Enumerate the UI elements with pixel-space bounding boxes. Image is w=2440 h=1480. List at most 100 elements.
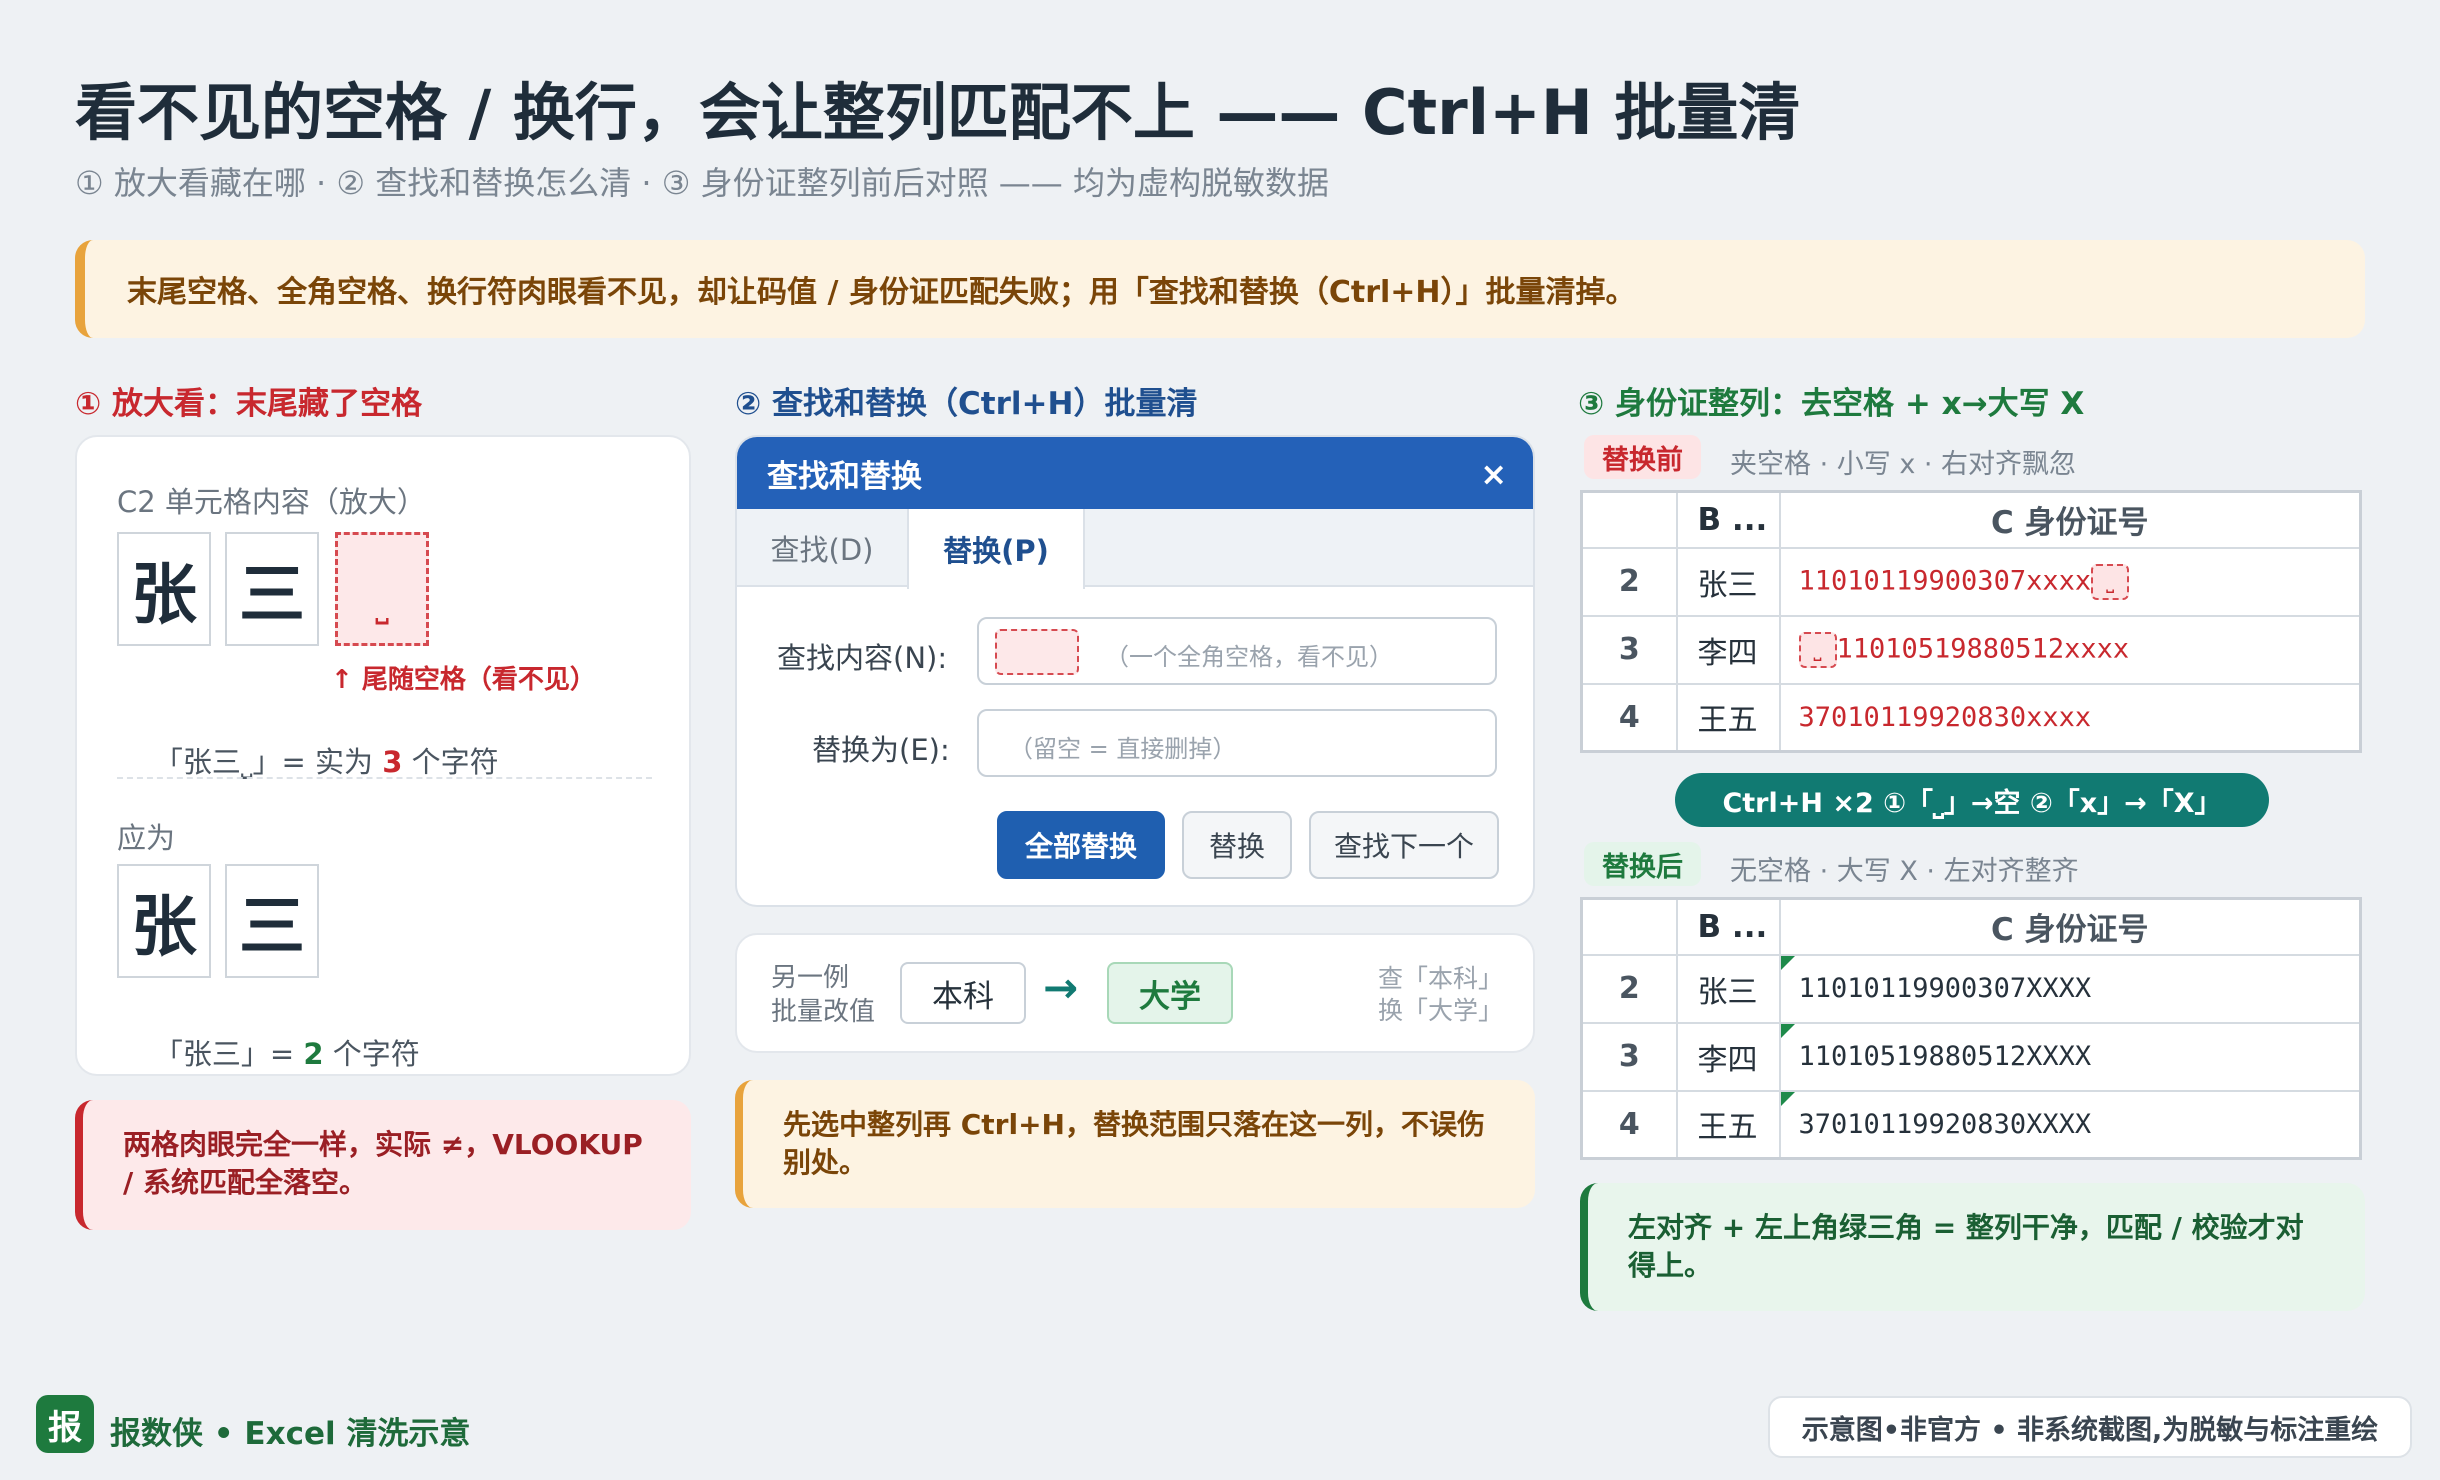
- card-divider: [117, 777, 652, 779]
- fullwidth-space-marker: [995, 629, 1079, 675]
- replace-input[interactable]: （留空 = 直接删掉）: [977, 709, 1497, 777]
- example-from-value: 本科: [900, 962, 1026, 1024]
- name-cell: 李四: [1675, 1021, 1781, 1092]
- id-cell[interactable]: 11010519880512XXXX: [1778, 1021, 2362, 1092]
- name-cell: 王五: [1675, 682, 1781, 753]
- tab-find[interactable]: 查找(D): [737, 509, 907, 587]
- zoom-card: C2 单元格内容（放大） 张 三 ⎵ ↑ 尾随空格（看不见） 「张三⎵」= 实为…: [75, 435, 691, 1076]
- table-before: B ... C 身份证号 2 张三 11010119900307xxxx ⎵ 3 …: [1580, 490, 2362, 753]
- leading-space-marker: ⎵: [1798, 631, 1837, 668]
- name-cell: 张三: [1675, 546, 1781, 617]
- header-col-c: C 身份证号: [1778, 897, 2362, 956]
- trailing-space-cell: ⎵: [335, 532, 429, 646]
- summary-banner-text: 末尾空格、全角空格、换行符肉眼看不见，却让码值 / 身份证匹配失败；用「查找和替…: [127, 275, 1636, 310]
- actual-count-text: 「张三⎵」= 实为 3 个字符: [117, 705, 499, 815]
- actual-count-prefix: 「张三⎵」= 实为: [153, 745, 383, 779]
- summary-banner: 末尾空格、全角空格、换行符肉眼看不见，却让码值 / 身份证匹配失败；用「查找和替…: [75, 240, 2365, 338]
- id-value: 11010519880512xxxx: [1836, 633, 2130, 664]
- table-row: 4 王五 37010119920830XXXX: [1580, 1089, 2362, 1160]
- replace-placeholder: （留空 = 直接删掉）: [1009, 735, 1237, 763]
- correct-count-number: 2: [303, 1037, 324, 1071]
- example-label: 另一例 批量改值: [771, 963, 876, 1027]
- id-cell[interactable]: ⎵ 11010519880512xxxx: [1778, 614, 2362, 685]
- dialog-title-bar: 查找和替换 ×: [737, 437, 1533, 509]
- example-hint: 查「本科」 换「大学」: [1377, 964, 1503, 1025]
- table-row: 3 李四 11010519880512XXXX: [1580, 1021, 2362, 1092]
- example-to-value: 大学: [1107, 962, 1233, 1024]
- ctrl-h-steps-pill: Ctrl+H ×2 ①「⎵」→空 ②「x」→「X」: [1675, 773, 2269, 827]
- correct-count-suffix: 个字符: [323, 1037, 420, 1071]
- row-number: 2: [1580, 953, 1678, 1024]
- replace-button[interactable]: 替换: [1182, 811, 1292, 879]
- section3-heading: ③ 身份证整列：去空格 + x→大写 X: [1578, 386, 2085, 422]
- replace-all-button[interactable]: 全部替换: [997, 811, 1165, 879]
- id-cell[interactable]: 37010119920830XXXX: [1778, 1089, 2362, 1160]
- find-input[interactable]: （一个全角空格，看不见）: [977, 617, 1497, 685]
- actual-count-suffix: 个字符: [402, 745, 499, 779]
- char-cell-san: 三: [225, 532, 319, 646]
- dialog-title: 查找和替换: [767, 458, 922, 495]
- page-subtitle: ① 放大看藏在哪 · ② 查找和替换怎么清 · ③ 身份证整列前后对照 —— 均…: [75, 164, 1329, 202]
- correct-count-prefix: 「张三」=: [153, 1037, 304, 1071]
- page-title: 看不见的空格 / 换行，会让整列匹配不上 —— Ctrl+H 批量清: [75, 76, 1801, 149]
- should-be-label: 应为: [117, 821, 176, 855]
- replace-label: 替换为(E):: [812, 733, 950, 767]
- row-number: 3: [1580, 1021, 1678, 1092]
- id-cell[interactable]: 37010119920830xxxx: [1778, 682, 2362, 753]
- find-label: 查找内容(N):: [777, 641, 948, 675]
- id-value: 37010119920830XXXX: [1798, 1108, 2092, 1140]
- name-cell: 张三: [1675, 953, 1781, 1024]
- row-number: 4: [1580, 682, 1678, 753]
- trailing-space-marker: ⎵: [2091, 563, 2130, 600]
- trailing-space-note: ↑ 尾随空格（看不见）: [331, 665, 596, 695]
- actual-count-number: 3: [382, 745, 403, 779]
- disclaimer-text: 示意图•非官方 • 非系统截图,为脱敏与标注重绘: [1801, 1414, 2379, 1446]
- id-value: 37010119920830xxxx: [1798, 701, 2092, 733]
- find-replace-dialog: 查找和替换 × 查找(D) 替换(P) 查找内容(N): （一个全角空格，看不见…: [735, 435, 1535, 907]
- correct-cell-san: 三: [225, 864, 319, 978]
- table-header-row: B ... C 身份证号: [1580, 490, 2362, 549]
- table-row: 2 张三 11010119900307xxxx ⎵: [1580, 546, 2362, 617]
- batch-edit-example: 另一例 批量改值 本科 → 大学 查「本科」 换「大学」: [735, 933, 1535, 1053]
- id-cell[interactable]: 11010119900307XXXX: [1778, 953, 2362, 1024]
- header-col-b: B ...: [1675, 897, 1781, 956]
- find-hint: （一个全角空格，看不见）: [1105, 643, 1393, 671]
- tab-replace[interactable]: 替换(P): [907, 509, 1085, 589]
- name-cell: 李四: [1675, 614, 1781, 685]
- table-row: 2 张三 11010119900307XXXX: [1580, 953, 2362, 1024]
- id-value: 11010119900307XXXX: [1798, 973, 2092, 1004]
- before-tag: 替换前: [1584, 435, 1701, 479]
- id-value: 11010519880512XXXX: [1798, 1041, 2092, 1072]
- row-number: 2: [1580, 546, 1678, 617]
- after-tag: 替换后: [1584, 842, 1701, 886]
- table-row: 4 王五 37010119920830xxxx: [1580, 682, 2362, 753]
- arrow-icon: →: [1043, 963, 1079, 1012]
- brand-logo: 报: [36, 1395, 94, 1453]
- id-value: 11010119900307xxxx: [1798, 565, 2092, 596]
- close-icon[interactable]: ×: [1480, 455, 1507, 493]
- mismatch-warning: 两格肉眼完全一样，实际 ≠，VLOOKUP / 系统匹配全落空。: [75, 1100, 691, 1230]
- table-header-row: B ... C 身份证号: [1580, 897, 2362, 956]
- correct-cell-zhang: 张: [117, 864, 211, 978]
- correct-count-text: 「张三」= 2 个字符: [117, 997, 420, 1107]
- brand-text: 报数侠 • Excel 清洗示意: [110, 1416, 471, 1452]
- column-select-tip: 先选中整列再 Ctrl+H，替换范围只落在这一列，不误伤别处。: [735, 1080, 1535, 1208]
- char-cell-zhang: 张: [117, 532, 211, 646]
- disclaimer-badge: 示意图•非官方 • 非系统截图,为脱敏与标注重绘: [1768, 1396, 2412, 1458]
- header-col-b: B ...: [1675, 490, 1781, 549]
- row-number: 4: [1580, 1089, 1678, 1160]
- name-cell: 王五: [1675, 1089, 1781, 1160]
- after-description: 无空格 · 大写 X · 左对齐整齐: [1730, 856, 2079, 887]
- header-corner: [1580, 490, 1678, 549]
- zoom-card-label: C2 单元格内容（放大）: [117, 485, 426, 519]
- header-corner: [1580, 897, 1678, 956]
- space-glyph: ⎵: [375, 585, 389, 625]
- row-number: 3: [1580, 614, 1678, 685]
- conclusion-note: 左对齐 + 左上角绿三角 = 整列干净，匹配 / 校验才对得上。: [1580, 1183, 2365, 1311]
- section1-heading: ① 放大看：末尾藏了空格: [75, 386, 423, 422]
- id-cell[interactable]: 11010119900307xxxx ⎵: [1778, 546, 2362, 617]
- find-next-button[interactable]: 查找下一个: [1309, 811, 1499, 879]
- table-after: B ... C 身份证号 2 张三 11010119900307XXXX 3 李…: [1580, 897, 2362, 1160]
- table-row: 3 李四 ⎵ 11010519880512xxxx: [1580, 614, 2362, 685]
- header-col-c: C 身份证号: [1778, 490, 2362, 549]
